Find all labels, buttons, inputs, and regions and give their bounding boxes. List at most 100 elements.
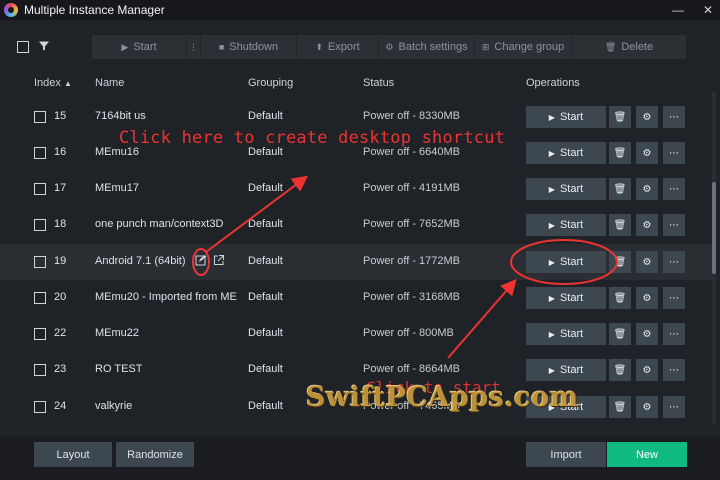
more-button[interactable]: ⋯ xyxy=(663,396,685,418)
table-header: Index ▲ Name Grouping Status Operations xyxy=(0,74,712,92)
row-grouping: Default xyxy=(248,110,283,122)
settings-button[interactable]: ⚙ xyxy=(636,323,658,345)
more-icon: ⋯ xyxy=(669,328,679,340)
close-icon[interactable]: ✕ xyxy=(702,3,714,17)
row-checkbox[interactable] xyxy=(34,256,46,268)
delete-button[interactable]: 🗑 Delete xyxy=(572,35,686,59)
settings-button[interactable]: ⚙ xyxy=(636,396,658,418)
bottom-bar: Layout Randomize Import New xyxy=(0,436,720,480)
change-group-label: Change group xyxy=(494,41,565,53)
start-button[interactable]: ▶ Start xyxy=(526,287,606,309)
more-button[interactable]: ⋯ xyxy=(663,251,685,273)
minimize-icon[interactable]: — xyxy=(672,3,684,17)
header-index[interactable]: Index ▲ xyxy=(34,77,72,89)
start-button[interactable]: ▶ Start xyxy=(526,323,606,345)
randomize-button[interactable]: Randomize xyxy=(116,442,194,467)
settings-button[interactable]: ⚙ xyxy=(636,178,658,200)
more-button[interactable]: ⋯ xyxy=(663,178,685,200)
row-status: Power off - 6640MB xyxy=(363,146,461,158)
delete-instance-button[interactable]: 🗑 xyxy=(609,323,631,345)
more-button[interactable]: ⋯ xyxy=(663,359,685,381)
gear-icon: ⚙ xyxy=(642,292,652,304)
gear-icon: ⚙ xyxy=(642,328,652,340)
table-row: 17 MEmu17 Default Power off - 4191MB ▶ St… xyxy=(0,171,712,207)
row-status: Power off - 1772MB xyxy=(363,255,461,267)
delete-instance-button[interactable]: 🗑 xyxy=(609,214,631,236)
start-label: Start xyxy=(559,183,584,195)
start-label: Start xyxy=(559,111,584,123)
start-label: Start xyxy=(559,147,584,159)
import-button[interactable]: Import xyxy=(526,442,606,467)
delete-instance-button[interactable]: 🗑 xyxy=(609,287,631,309)
row-checkbox[interactable] xyxy=(34,183,46,195)
trash-icon: 🗑 xyxy=(604,41,617,52)
start-button[interactable]: ▶ Start xyxy=(526,214,606,236)
row-index: 16 xyxy=(54,146,67,158)
export-button[interactable]: ⬆ Export xyxy=(297,35,379,59)
start-button[interactable]: ▶ Start xyxy=(526,251,606,273)
settings-button[interactable]: ⚙ xyxy=(636,214,658,236)
gear-icon: ⚙ xyxy=(642,183,652,195)
row-grouping: Default xyxy=(248,291,283,303)
more-button[interactable]: ⋯ xyxy=(663,106,685,128)
row-checkbox[interactable] xyxy=(34,364,46,376)
row-checkbox[interactable] xyxy=(34,147,46,159)
batch-settings-label: Batch settings xyxy=(398,41,468,53)
select-all-checkbox[interactable] xyxy=(17,41,29,53)
delete-label: Delete xyxy=(621,41,654,53)
row-name: valkyrie xyxy=(95,400,133,412)
start-label: Start xyxy=(559,292,584,304)
play-icon: ▶ xyxy=(548,220,555,230)
settings-button[interactable]: ⚙ xyxy=(636,142,658,164)
start-button[interactable]: ▶ Start xyxy=(526,142,606,164)
row-name: MEmu17 xyxy=(95,182,140,194)
external-link-icon[interactable] xyxy=(213,254,225,266)
row-checkbox[interactable] xyxy=(34,111,46,123)
delete-instance-button[interactable]: 🗑 xyxy=(609,251,631,273)
settings-button[interactable]: ⚙ xyxy=(636,287,658,309)
scrollbar-thumb[interactable] xyxy=(712,182,716,274)
shutdown-button[interactable]: ■ Shutdown xyxy=(201,35,297,59)
trash-icon: 🗑 xyxy=(613,183,627,195)
play-icon: ▶ xyxy=(548,148,555,158)
start-button[interactable]: ▶ Start xyxy=(526,396,606,418)
settings-button[interactable]: ⚙ xyxy=(636,251,658,273)
window-controls: — ✕ xyxy=(672,0,714,20)
delete-instance-button[interactable]: 🗑 xyxy=(609,142,631,164)
title-bar: Multiple Instance Manager — ✕ xyxy=(0,0,720,20)
more-icon: ⋯ xyxy=(669,256,679,268)
row-checkbox[interactable] xyxy=(34,219,46,231)
settings-button[interactable]: ⚙ xyxy=(636,359,658,381)
row-checkbox[interactable] xyxy=(34,401,46,413)
start-options-button[interactable]: ⋮ xyxy=(187,35,201,59)
row-grouping: Default xyxy=(248,182,283,194)
more-button[interactable]: ⋯ xyxy=(663,323,685,345)
row-status: Power off - 8664MB xyxy=(363,363,461,375)
start-label: Start xyxy=(559,364,584,376)
change-group-button[interactable]: ⊞ Change group xyxy=(475,35,572,59)
row-checkbox[interactable] xyxy=(34,292,46,304)
delete-instance-button[interactable]: 🗑 xyxy=(609,106,631,128)
more-button[interactable]: ⋯ xyxy=(663,142,685,164)
settings-button[interactable]: ⚙ xyxy=(636,106,658,128)
start-label: Start xyxy=(559,256,584,268)
row-grouping: Default xyxy=(248,255,283,267)
edit-icon[interactable] xyxy=(195,254,207,266)
start-all-button[interactable]: ▶ Start xyxy=(92,35,187,59)
delete-instance-button[interactable]: 🗑 xyxy=(609,178,631,200)
layout-button[interactable]: Layout xyxy=(34,442,112,467)
row-grouping: Default xyxy=(248,146,283,158)
batch-settings-button[interactable]: ⚙ Batch settings xyxy=(379,35,475,59)
start-button[interactable]: ▶ Start xyxy=(526,359,606,381)
header-name: Name xyxy=(95,77,125,89)
start-button[interactable]: ▶ Start xyxy=(526,178,606,200)
start-button[interactable]: ▶ Start xyxy=(526,106,606,128)
play-icon: ▶ xyxy=(548,329,555,339)
more-button[interactable]: ⋯ xyxy=(663,214,685,236)
more-button[interactable]: ⋯ xyxy=(663,287,685,309)
new-instance-button[interactable]: New xyxy=(607,442,687,467)
filter-icon[interactable] xyxy=(38,40,50,52)
row-checkbox[interactable] xyxy=(34,328,46,340)
delete-instance-button[interactable]: 🗑 xyxy=(609,396,631,418)
delete-instance-button[interactable]: 🗑 xyxy=(609,359,631,381)
